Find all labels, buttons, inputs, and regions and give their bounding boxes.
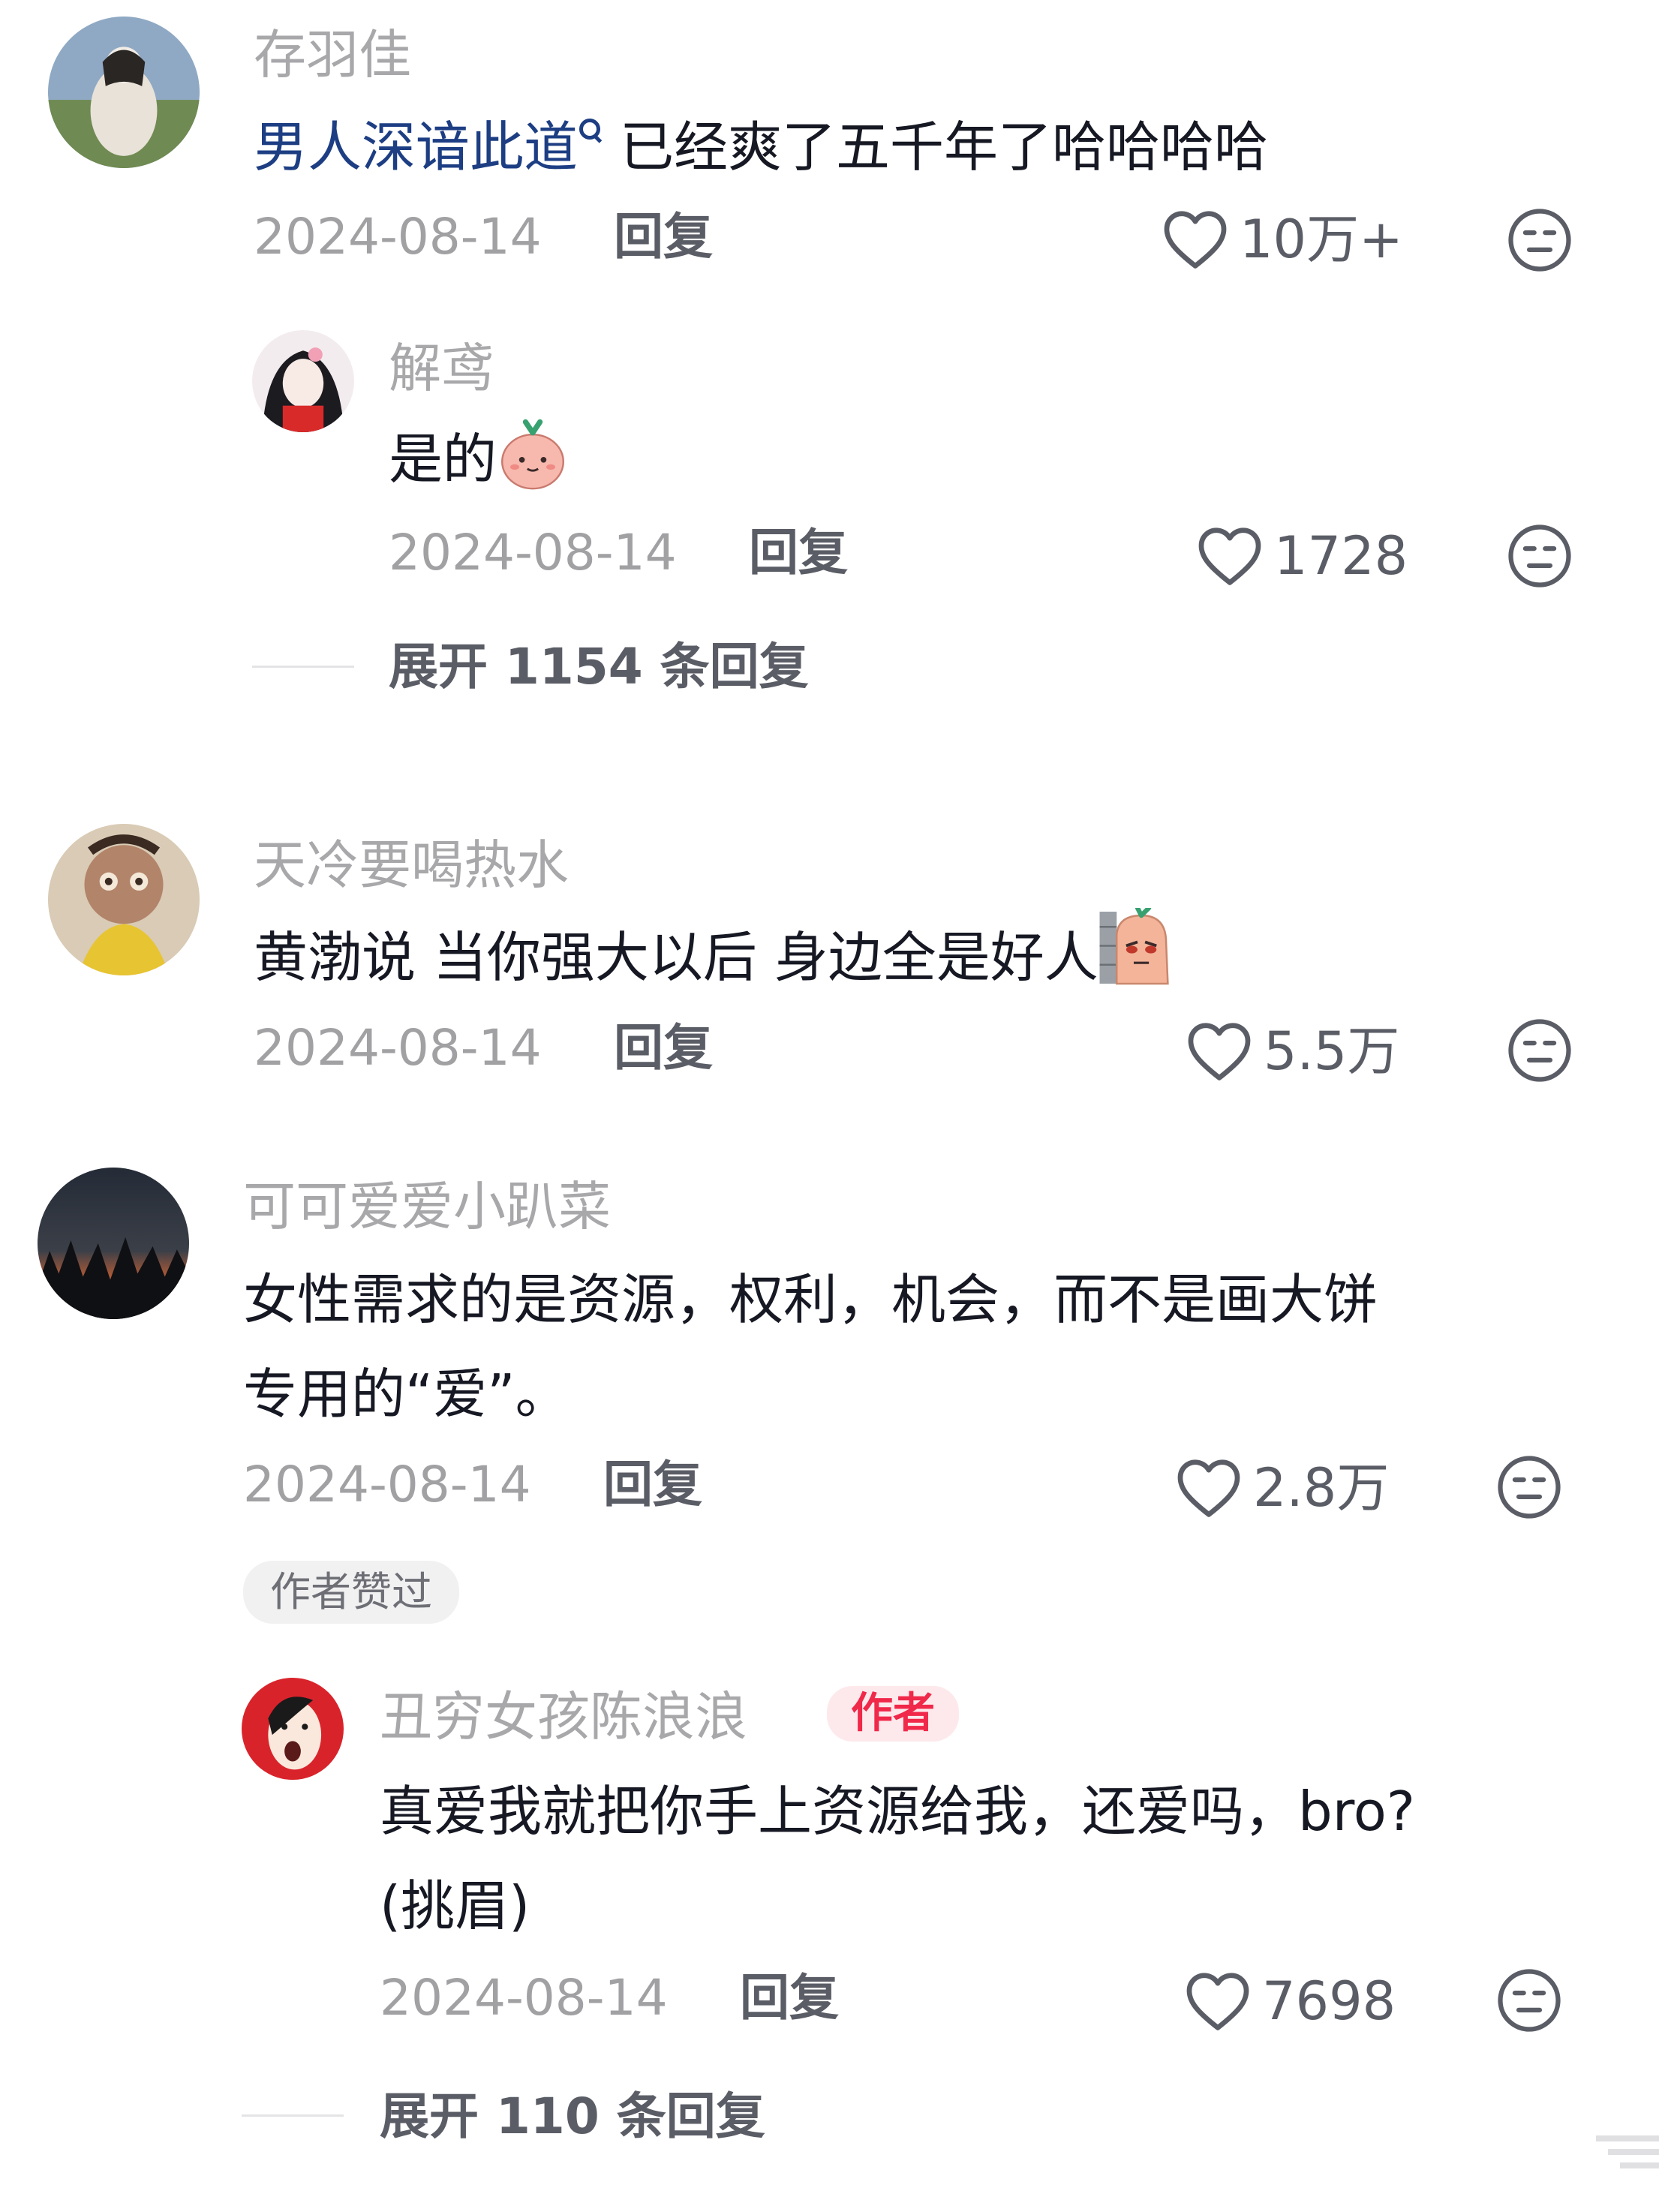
meh-face-icon[interactable] bbox=[1496, 1454, 1562, 1520]
reply-date: 2024-08-14 bbox=[389, 524, 677, 582]
comment-author-name[interactable]: 天冷要喝热水 bbox=[254, 839, 569, 891]
avatar[interactable] bbox=[48, 824, 200, 975]
comment-date: 2024-08-14 bbox=[254, 208, 542, 266]
peeking-sausage-emoji-sticker bbox=[1099, 908, 1169, 985]
expand-divider bbox=[252, 666, 354, 668]
reply-date: 2024-08-14 bbox=[380, 1969, 668, 2027]
comment-author-name[interactable]: 可可爱爱小趴菜 bbox=[243, 1180, 611, 1233]
like-count: 7698 bbox=[1262, 1970, 1396, 2032]
reply-text-line1: 真爱我就把你手上资源给我，还爱吗，bro? bbox=[380, 1780, 1415, 1843]
comment-text-body: 已经爽了五千年了哈哈哈哈 bbox=[620, 116, 1269, 179]
like-button[interactable]: 2.8万 bbox=[1175, 1457, 1389, 1519]
peach-emoji-sticker bbox=[501, 419, 565, 490]
expand-divider bbox=[242, 2114, 344, 2117]
avatar[interactable] bbox=[242, 1678, 344, 1780]
meh-face-icon[interactable] bbox=[1507, 523, 1573, 589]
reply-text-line2: (挑眉) bbox=[380, 1874, 530, 1937]
meh-face-icon[interactable] bbox=[1507, 207, 1573, 273]
reply-text: 是的 bbox=[389, 419, 569, 492]
reply-button[interactable]: 回复 bbox=[614, 1023, 713, 1073]
like-count: 1728 bbox=[1274, 525, 1408, 587]
heart-outline-icon bbox=[1164, 211, 1227, 269]
like-button[interactable]: 7698 bbox=[1184, 1970, 1396, 2032]
comment-text-line2: 专用的“爱”。 bbox=[243, 1363, 570, 1426]
expand-replies-button[interactable]: 展开 110 条回复 bbox=[380, 2092, 765, 2141]
author-badge: 作者 bbox=[827, 1686, 959, 1742]
reply-text-body: 是的 bbox=[389, 428, 497, 491]
comment-date: 2024-08-14 bbox=[243, 1456, 531, 1513]
avatar[interactable] bbox=[252, 330, 354, 432]
like-count: 10万+ bbox=[1240, 209, 1403, 270]
comment-text: 男人深谙此道 已经爽了五千年了哈哈哈哈 bbox=[254, 117, 1268, 174]
like-button[interactable]: 1728 bbox=[1196, 525, 1408, 587]
comment-text: 黄渤说 当你强大以后 身边全是好人 bbox=[254, 908, 1177, 987]
reply-button[interactable]: 回复 bbox=[614, 212, 713, 262]
avatar[interactable] bbox=[38, 1168, 189, 1319]
heart-outline-icon bbox=[1198, 527, 1261, 585]
reply-button[interactable]: 回复 bbox=[603, 1460, 702, 1510]
search-icon[interactable] bbox=[578, 117, 603, 143]
heart-outline-icon bbox=[1188, 1023, 1251, 1080]
author-liked-badge: 作者赞过 bbox=[243, 1561, 459, 1624]
heart-outline-icon bbox=[1177, 1459, 1240, 1517]
reply-button[interactable]: 回复 bbox=[749, 528, 848, 578]
like-button[interactable]: 5.5万 bbox=[1186, 1020, 1399, 1082]
like-button[interactable]: 10万+ bbox=[1162, 209, 1403, 270]
reply-button[interactable]: 回复 bbox=[740, 1973, 839, 2023]
comment-text-body: 黄渤说 当你强大以后 身边全是好人 bbox=[254, 926, 1098, 989]
comment-date: 2024-08-14 bbox=[254, 1019, 542, 1077]
avatar[interactable] bbox=[48, 17, 200, 168]
scroll-indicator-icon bbox=[1596, 2135, 1659, 2168]
heart-outline-icon bbox=[1186, 1973, 1249, 2030]
comment-text-line1: 女性需求的是资源，权利，机会，而不是画大饼 bbox=[243, 1268, 1378, 1331]
expand-replies-button[interactable]: 展开 1154 条回复 bbox=[389, 642, 809, 692]
like-count: 2.8万 bbox=[1253, 1457, 1390, 1519]
meh-face-icon[interactable] bbox=[1496, 1967, 1562, 2033]
reply-author-name[interactable]: 解鸢 bbox=[389, 342, 494, 395]
reply-author-name[interactable]: 丑穷女孩陈浪浪 bbox=[380, 1691, 747, 1743]
comment-author-name[interactable]: 存羽佳 bbox=[254, 29, 411, 81]
meh-face-icon[interactable] bbox=[1507, 1017, 1573, 1083]
like-count: 5.5万 bbox=[1264, 1020, 1400, 1082]
search-link[interactable]: 男人深谙此道 bbox=[254, 116, 578, 179]
